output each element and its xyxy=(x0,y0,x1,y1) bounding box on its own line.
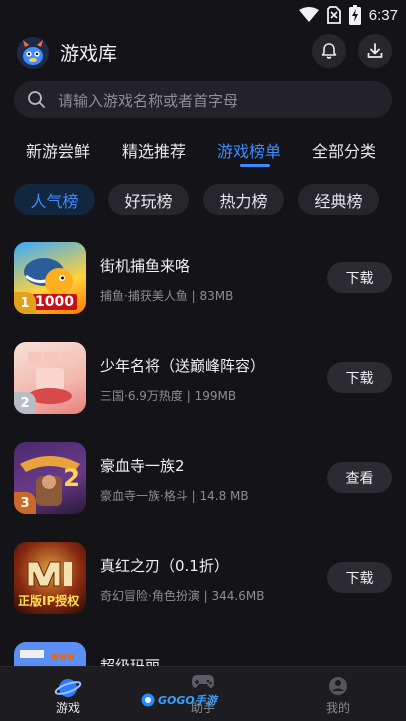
thumbnail-caption: 1000 xyxy=(32,294,77,310)
wifi-icon xyxy=(298,7,319,22)
rank-badge: 1 xyxy=(14,292,36,314)
category-tabs: 新游尝鲜 精选推荐 游戏榜单 全部分类 xyxy=(0,134,406,170)
game-title: 豪血寺一族2 xyxy=(100,457,185,475)
page-title: 游戏库 xyxy=(60,43,118,65)
list-item[interactable]: 2 少年名将（送巅峰阵容） 三国·6.9万热度 | 199MB 下载 xyxy=(0,332,406,422)
game-title: 真红之刃（0.1折） xyxy=(100,557,229,575)
notification-button[interactable] xyxy=(312,34,346,68)
active-tab-indicator xyxy=(240,164,270,167)
nav-label: 我的 xyxy=(325,701,350,715)
app-logo-icon xyxy=(17,37,49,69)
game-meta: 三国·6.9万热度 | 199MB xyxy=(100,389,237,403)
nav-assistant[interactable]: GOGO手游 助手 xyxy=(141,667,243,721)
game-meta: 捕鱼·捕获美人鱼 | 83MB xyxy=(100,289,234,303)
download-button[interactable]: 下载 xyxy=(327,562,392,593)
chip-hot[interactable]: 热力榜 xyxy=(203,184,284,215)
tab-new-games[interactable]: 新游尝鲜 xyxy=(26,138,90,162)
download-icon xyxy=(367,43,383,58)
bell-icon xyxy=(321,43,337,59)
chip-fun[interactable]: 好玩榜 xyxy=(108,184,189,215)
gamepad-icon xyxy=(192,675,214,688)
game-library-screen: 6:37 游戏库 请输入游戏名称或者首字母 新游尝鲜 精选推荐 游戏榜单 全部分… xyxy=(0,0,406,721)
nav-profile[interactable]: 我的 xyxy=(298,667,378,721)
game-meta: 奇幻冒险·角色扮演 | 344.6MB xyxy=(100,589,265,603)
battery-charging-icon xyxy=(348,5,361,25)
nav-label: 游戏 xyxy=(55,701,80,715)
tab-featured[interactable]: 精选推荐 xyxy=(122,138,186,162)
thumbnail-caption: 正版IP授权 xyxy=(18,594,80,608)
download-button[interactable]: 下载 xyxy=(327,262,392,293)
chip-popular[interactable]: 人气榜 xyxy=(14,184,95,215)
download-manager-button[interactable] xyxy=(358,34,392,68)
game-title: 街机捕鱼来咯 xyxy=(100,257,191,275)
rank-badge: 3 xyxy=(14,492,36,514)
download-button[interactable]: 下载 xyxy=(327,362,392,393)
game-thumbnail: 正版IP授权 xyxy=(14,542,86,614)
game-meta: 豪血寺一族·格斗 | 14.8 MB xyxy=(100,489,249,503)
game-thumbnail: 2 3 xyxy=(14,442,86,514)
status-bar: 6:37 xyxy=(0,0,406,30)
ranking-chips: 人气榜 好玩榜 热力榜 经典榜 xyxy=(0,184,406,216)
tab-all-categories[interactable]: 全部分类 xyxy=(312,138,376,162)
list-item[interactable]: 2 3 豪血寺一族2 豪血寺一族·格斗 | 14.8 MB 查看 xyxy=(0,432,406,522)
nav-games[interactable]: 游戏 xyxy=(28,667,108,721)
view-button[interactable]: 查看 xyxy=(327,462,392,493)
search-input[interactable] xyxy=(56,81,380,120)
bottom-navigation: 游戏 GOGO手游 助手 我的 xyxy=(0,666,406,721)
profile-icon xyxy=(329,677,347,695)
clock: 6:37 xyxy=(368,6,398,24)
header: 游戏库 xyxy=(0,30,406,74)
list-item[interactable]: 1000 1 街机捕鱼来咯 捕鱼·捕获美人鱼 | 83MB 下载 xyxy=(0,232,406,322)
gogo-logo-icon xyxy=(141,693,155,707)
list-item[interactable]: 正版IP授权 真红之刃（0.1折） 奇幻冒险·角色扮演 | 344.6MB 下载 xyxy=(0,532,406,622)
game-thumbnail: 2 xyxy=(14,342,86,414)
game-title: 少年名将（送巅峰阵容） xyxy=(100,357,266,375)
tab-rankings[interactable]: 游戏榜单 xyxy=(217,138,281,162)
game-thumbnail: 1000 1 xyxy=(14,242,86,314)
search-bar[interactable] xyxy=(14,81,392,120)
nav-label: 助手 xyxy=(190,701,215,715)
chip-classic[interactable]: 经典榜 xyxy=(298,184,379,215)
thumbnail-caption: 2 xyxy=(63,464,80,492)
search-icon xyxy=(28,91,45,108)
rank-badge: 2 xyxy=(14,392,36,414)
no-sim-icon xyxy=(326,6,341,24)
planet-icon xyxy=(54,679,82,697)
